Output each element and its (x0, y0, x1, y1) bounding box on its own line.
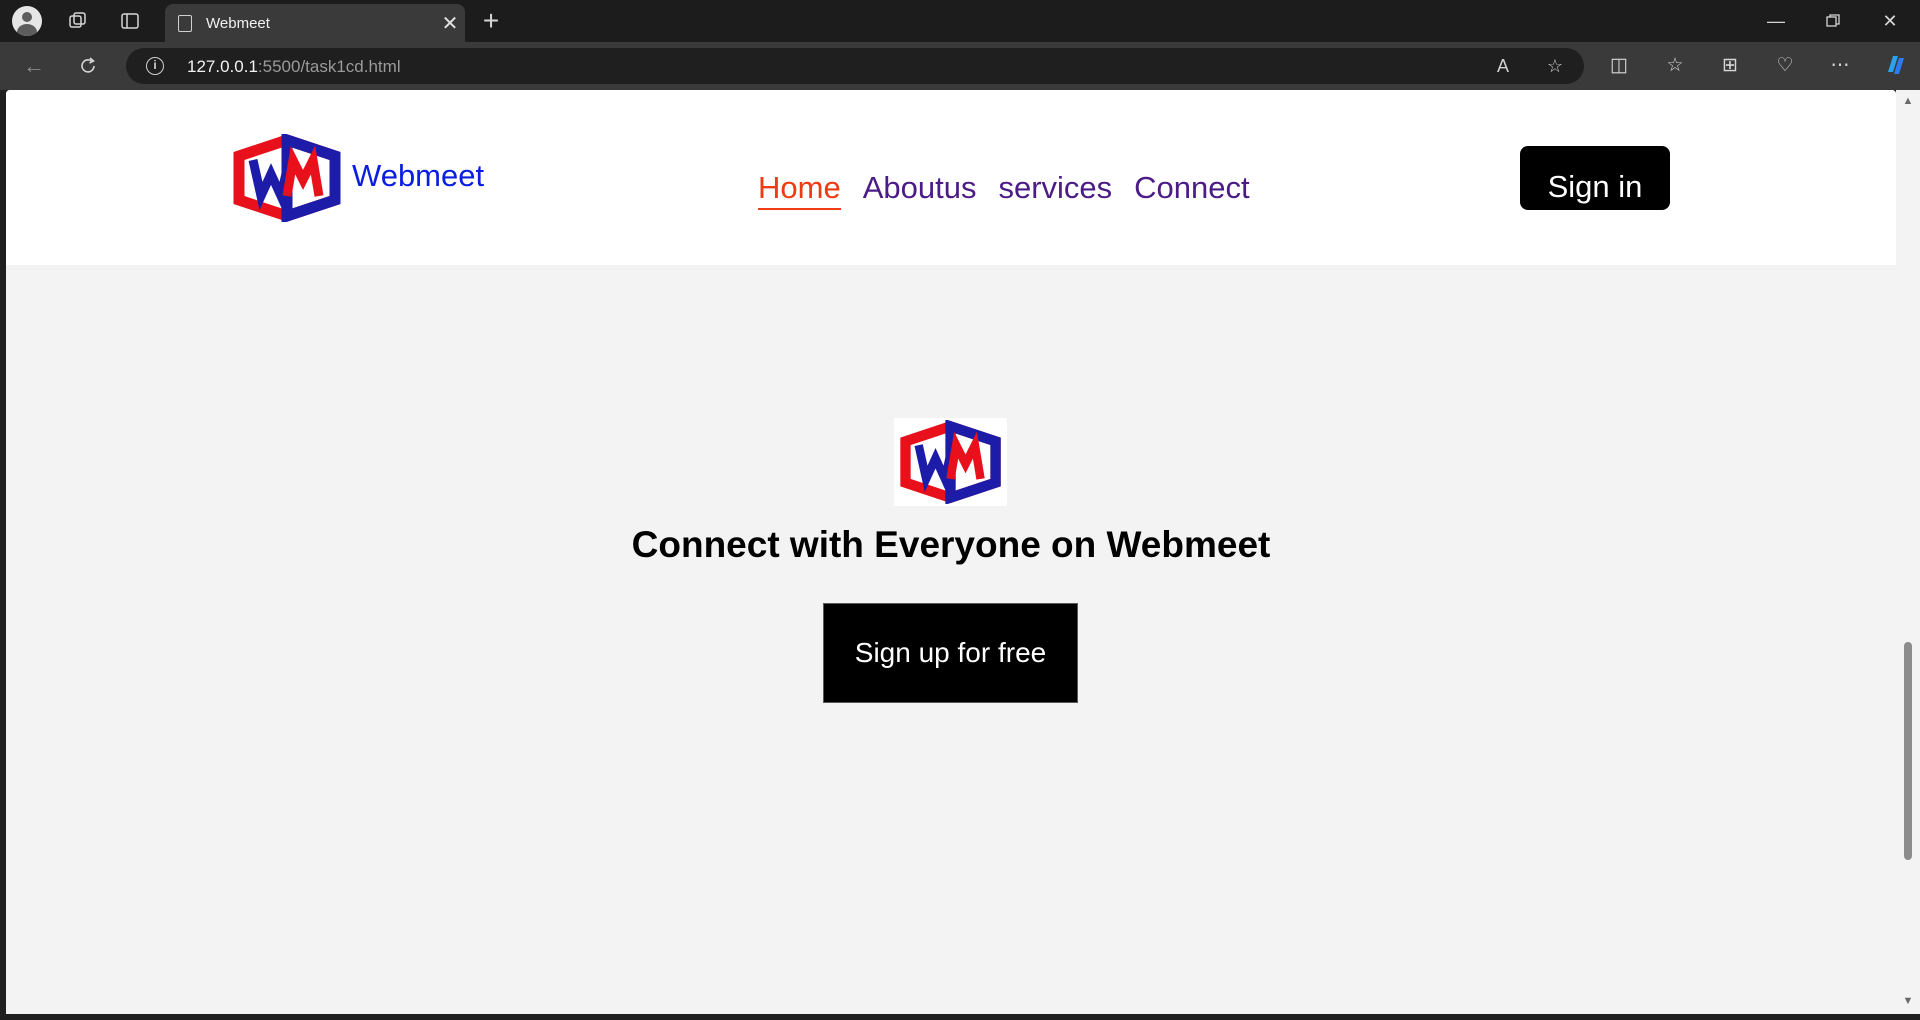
health-icon[interactable]: ♡ (1770, 52, 1800, 80)
brand[interactable]: Webmeet (231, 134, 484, 222)
site-info-icon[interactable]: i (146, 57, 164, 75)
favorites-icon[interactable]: ☆ (1660, 52, 1690, 80)
address-bar[interactable]: i 127.0.0.1:5500/task1cd.html A ☆ (126, 48, 1584, 84)
page-scrollbar[interactable]: ▲ ▼ (1896, 90, 1920, 1014)
back-icon[interactable]: ← (18, 50, 50, 82)
profile-icon[interactable] (10, 5, 44, 37)
more-icon[interactable]: ⋯ (1825, 52, 1855, 80)
browser-tab[interactable]: Webmeet ✕ (165, 4, 465, 42)
browser-toolbar: ← i 127.0.0.1:5500/task1cd.html A ☆ ◫ ☆ … (0, 42, 1920, 90)
close-window-icon[interactable]: ✕ (1867, 6, 1913, 36)
minimize-icon[interactable]: — (1753, 6, 1799, 36)
site-header: Webmeet Home Aboutus services Connect Si… (6, 90, 1896, 265)
page-icon (178, 14, 192, 32)
hero-logo (894, 418, 1007, 506)
webmeet-logo-icon (233, 134, 341, 222)
scroll-up-icon[interactable]: ▲ (1902, 96, 1914, 107)
close-tab-icon[interactable]: ✕ (435, 11, 465, 36)
nav-home[interactable]: Home (758, 170, 841, 210)
new-tab-icon[interactable]: + (474, 5, 508, 36)
page-viewport: Webmeet Home Aboutus services Connect Si… (6, 90, 1896, 1014)
webmeet-hero-logo-icon (899, 420, 1001, 504)
url-text[interactable]: 127.0.0.1:5500/task1cd.html (187, 57, 401, 77)
split-screen-icon[interactable]: ◫ (1604, 52, 1634, 80)
signin-button[interactable]: Sign in (1520, 146, 1670, 210)
nav-services[interactable]: services (998, 170, 1112, 210)
workspaces-icon[interactable] (62, 6, 94, 36)
nav-aboutus[interactable]: Aboutus (863, 170, 977, 210)
tab-actions-icon[interactable] (114, 6, 146, 36)
scroll-down-icon[interactable]: ▼ (1902, 996, 1914, 1007)
brand-name: Webmeet (352, 158, 485, 193)
refresh-icon[interactable] (72, 50, 104, 82)
tab-title: Webmeet (206, 14, 270, 32)
scrollbar-thumb[interactable] (1904, 642, 1912, 860)
hero-title: Connect with Everyone on Webmeet (631, 524, 1271, 565)
nav-connect[interactable]: Connect (1134, 170, 1249, 210)
collections-icon[interactable]: ⊞ (1715, 52, 1745, 80)
browser-tab-bar: Webmeet ✕ + — ✕ (0, 0, 1920, 42)
read-aloud-icon[interactable]: A (1491, 54, 1515, 78)
favorite-star-icon[interactable]: ☆ (1543, 54, 1567, 78)
restore-icon[interactable] (1810, 6, 1856, 36)
main-nav: Home Aboutus services Connect (758, 170, 1250, 210)
signup-button[interactable]: Sign up for free (823, 603, 1078, 703)
copilot-icon[interactable] (1880, 52, 1910, 80)
